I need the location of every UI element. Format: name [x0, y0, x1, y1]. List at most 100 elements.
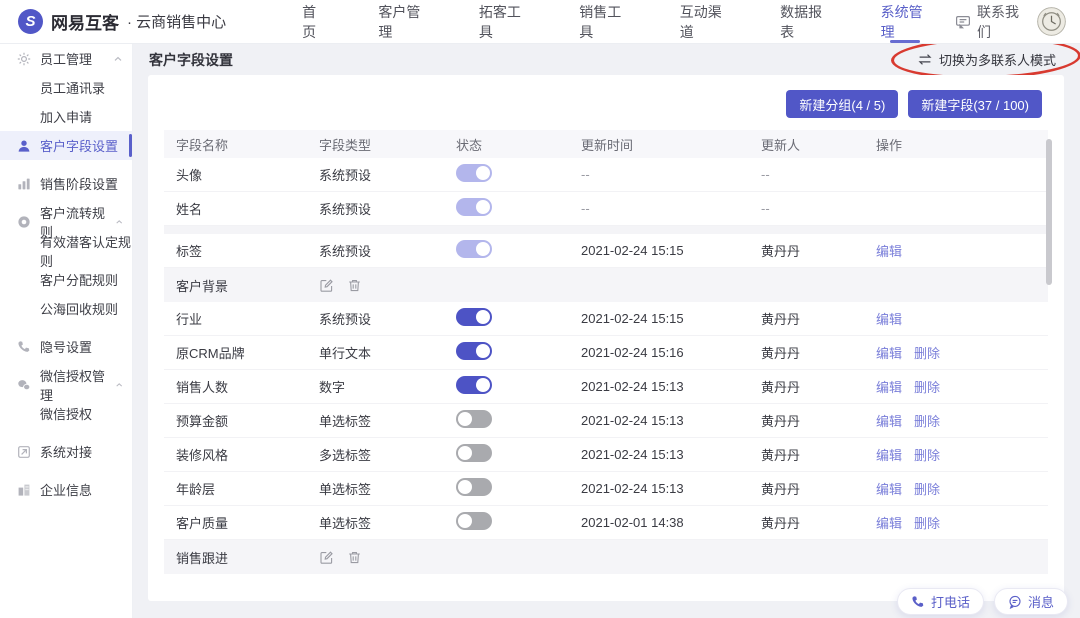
user-avatar[interactable]	[1037, 7, 1066, 36]
switch-multi-contact-mode-button[interactable]: 切换为多联系人模式	[890, 34, 1080, 82]
page-header: 客户字段设置 切换为多联系人模式	[133, 34, 1080, 82]
chevron-up-icon	[113, 54, 123, 64]
message-button[interactable]: 消息	[993, 588, 1068, 615]
status-toggle[interactable]	[456, 240, 492, 258]
edit-link[interactable]: 编辑	[876, 516, 902, 531]
row-actions: 编辑	[876, 241, 1036, 260]
edit-icon[interactable]	[319, 278, 334, 293]
status-toggle[interactable]	[456, 444, 492, 462]
nav-item-customer-management[interactable]: 客户管理	[352, 0, 452, 43]
status-toggle[interactable]	[456, 164, 492, 182]
sidebar-item-system-integration[interactable]: 系统对接	[0, 437, 132, 466]
delete-link[interactable]: 删除	[914, 482, 940, 497]
sidebar-item-label: 客户字段设置	[40, 139, 119, 154]
new-field-button[interactable]: 新建字段(37 / 100)	[908, 90, 1042, 118]
field-name: 标签	[176, 244, 203, 259]
table-row: 行业 系统预设 2021-02-24 15:15 黄丹丹 编辑	[164, 302, 1048, 336]
column-header: 状态	[456, 137, 483, 153]
brand-name: 网易互客	[51, 14, 119, 33]
table-row: 客户质量 单选标签 2021-02-01 14:38 黄丹丹 编辑 删除	[164, 506, 1048, 540]
edit-link[interactable]: 编辑	[876, 380, 902, 395]
toggle-knob	[458, 412, 472, 426]
sidebar-item-staff-directory[interactable]: 员工通讯录	[0, 73, 132, 102]
link-icon	[17, 445, 31, 459]
sidebar-item-wechat-auth[interactable]: 微信授权	[0, 399, 132, 428]
field-group-row: 客户背景	[164, 268, 1048, 302]
field-type: 系统预设	[319, 244, 372, 259]
updated-by: 黄丹丹	[761, 448, 801, 463]
sidebar-item-label: 隐号设置	[40, 340, 93, 355]
status-toggle[interactable]	[456, 376, 492, 394]
sidebar-item-label: 销售阶段设置	[40, 177, 119, 192]
delete-link[interactable]: 删除	[914, 448, 940, 463]
status-toggle[interactable]	[456, 308, 492, 326]
sidebar-item-valid-lead-rules[interactable]: 有效潜客认定规则	[0, 235, 132, 269]
delete-link[interactable]: 删除	[914, 346, 940, 361]
toggle-knob	[476, 378, 490, 392]
sidebar: 员工管理 员工通讯录 加入申请 客户字段设置 销售阶段设置 客户流转规则 有效潜客认定规则客…	[0, 44, 133, 618]
top-navbar: S 网易互客 · 云商销售中心 首页 客户管理 拓客工具 销售工具 互动渠道 数据报表 系统…	[0, 0, 1080, 44]
sidebar-item-hidden-number-settings[interactable]: 隐号设置	[0, 332, 132, 361]
field-type: 单行文本	[319, 346, 372, 361]
edit-link[interactable]: 编辑	[876, 414, 902, 429]
message-button-label: 消息	[1027, 595, 1054, 610]
nav-item-sales-tools[interactable]: 销售工具	[553, 0, 653, 43]
toggle-knob	[458, 480, 472, 494]
sidebar-item-sales-stage-settings[interactable]: 销售阶段设置	[0, 169, 132, 198]
status-toggle[interactable]	[456, 410, 492, 428]
column-header: 字段类型	[319, 137, 372, 153]
contact-us-label: 联系我们	[977, 3, 1020, 40]
nav-item-data-reports[interactable]: 数据报表	[754, 0, 854, 43]
status-toggle[interactable]	[456, 478, 492, 496]
toggle-knob	[458, 514, 472, 528]
column-header: 字段名称	[176, 137, 229, 153]
table-row: 姓名 系统预设 -- --	[164, 192, 1048, 226]
edit-link[interactable]: 编辑	[876, 448, 902, 463]
call-button[interactable]: 打电话	[896, 588, 984, 615]
delete-link[interactable]: 删除	[914, 414, 940, 429]
edit-icon[interactable]	[319, 550, 334, 565]
page-title: 客户字段设置	[149, 51, 233, 68]
sidebar-item-label: 微信授权	[40, 407, 93, 422]
sidebar-item-label: 系统对接	[40, 445, 93, 460]
field-name: 预算金额	[176, 414, 229, 429]
new-group-button[interactable]: 新建分组(4 / 5)	[786, 90, 899, 118]
sidebar-item-wechat-auth-management[interactable]: 微信授权管理	[0, 369, 132, 403]
card-actions: 新建分组(4 / 5) 新建字段(37 / 100)	[148, 75, 1064, 130]
delete-icon[interactable]	[347, 278, 362, 293]
contact-us-button[interactable]: 联系我们	[955, 2, 1025, 42]
edit-link[interactable]: 编辑	[876, 312, 902, 327]
sidebar-item-company-info[interactable]: 企业信息	[0, 475, 132, 504]
status-toggle[interactable]	[456, 342, 492, 360]
sidebar-item-join-requests[interactable]: 加入申请	[0, 102, 132, 131]
edit-link[interactable]: 编辑	[876, 346, 902, 361]
vertical-scrollbar[interactable]	[1046, 139, 1052, 285]
nav-item-home[interactable]: 首页	[276, 0, 352, 43]
field-status-cell	[456, 342, 581, 363]
user-icon	[17, 139, 31, 153]
status-toggle[interactable]	[456, 512, 492, 530]
sidebar-item-public-pool-recycle-rules[interactable]: 公海回收规则	[0, 294, 132, 323]
updated-by: 黄丹丹	[761, 244, 801, 259]
column-header: 更新人	[761, 137, 801, 153]
nav-item-interaction-channels[interactable]: 互动渠道	[654, 0, 754, 43]
delete-link[interactable]: 删除	[914, 380, 940, 395]
status-toggle[interactable]	[456, 198, 492, 216]
nav-item-system-management[interactable]: 系统管理	[855, 0, 955, 43]
phone-icon	[17, 340, 31, 354]
sidebar-item-staff-management[interactable]: 员工管理	[0, 44, 132, 73]
nav-item-acquisition-tools[interactable]: 拓客工具	[453, 0, 553, 43]
delete-icon[interactable]	[347, 550, 362, 565]
floating-actions: 打电话 消息	[896, 588, 1068, 615]
updated-time: --	[581, 167, 590, 182]
edit-link[interactable]: 编辑	[876, 482, 902, 497]
field-type: 数字	[319, 380, 346, 395]
message-icon	[1008, 595, 1022, 609]
sidebar-item-label: 客户分配规则	[40, 273, 119, 288]
edit-link[interactable]: 编辑	[876, 244, 902, 259]
toggle-knob	[476, 242, 490, 256]
sidebar-item-customer-assignment-rules[interactable]: 客户分配规则	[0, 265, 132, 294]
sidebar-item-customer-field-settings[interactable]: 客户字段设置	[0, 131, 132, 160]
delete-link[interactable]: 删除	[914, 516, 940, 531]
field-name: 原CRM品牌	[176, 346, 245, 361]
